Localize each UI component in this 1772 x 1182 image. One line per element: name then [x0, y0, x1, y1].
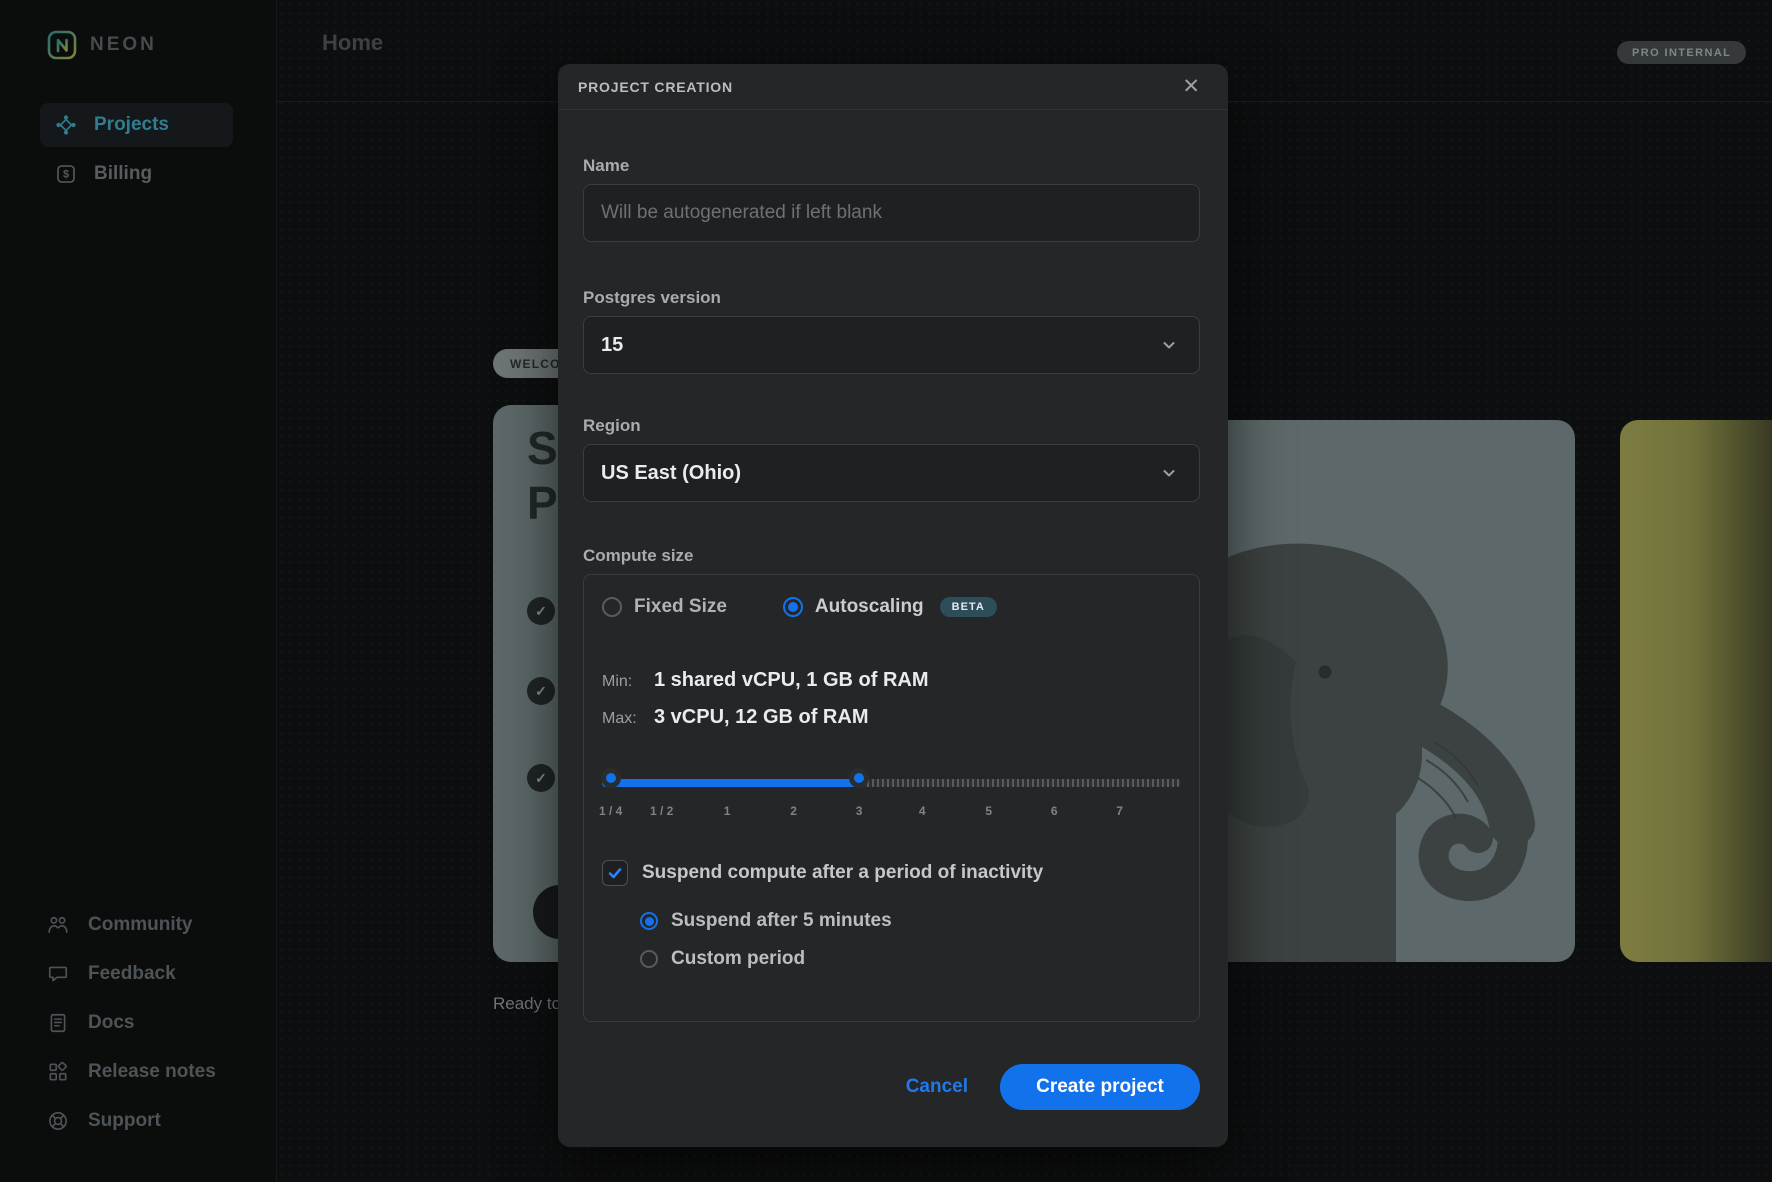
slider-min-handle[interactable]	[601, 768, 621, 788]
release-notes-icon	[47, 1061, 69, 1083]
sidebar: NEON Projects $ Billing	[0, 0, 277, 1182]
modal-header: PROJECT CREATION ✕	[558, 64, 1228, 110]
postgres-version-select[interactable]: 15	[583, 316, 1200, 374]
sidebar-item-label: Support	[88, 1110, 161, 1132]
community-icon	[47, 914, 69, 936]
max-label: Max:	[602, 710, 654, 728]
fixed-size-label: Fixed Size	[634, 596, 727, 618]
logo-text: NEON	[90, 34, 157, 56]
custom-period-radio[interactable]	[640, 950, 658, 968]
welcome-card-heading: S P	[527, 421, 558, 531]
sidebar-item-community[interactable]: Community	[40, 905, 250, 945]
docs-icon	[47, 1012, 69, 1034]
sidebar-item-support[interactable]: Support	[40, 1101, 250, 1141]
tick-label: 1 / 2	[650, 804, 673, 818]
beta-badge: BETA	[940, 597, 997, 617]
create-project-button[interactable]: Create project	[1000, 1064, 1200, 1110]
sidebar-item-docs[interactable]: Docs	[40, 1003, 250, 1043]
page-title: Home	[322, 30, 383, 56]
compute-size-slider[interactable]	[602, 768, 1181, 798]
ready-caption: Ready to	[493, 994, 561, 1014]
chevron-down-icon	[1159, 335, 1179, 355]
tick-label: 4	[919, 804, 926, 818]
projects-icon	[55, 114, 77, 136]
sidebar-item-billing[interactable]: $ Billing	[40, 152, 233, 196]
suspend-row: Suspend compute after a period of inacti…	[602, 860, 1181, 886]
close-icon[interactable]: ✕	[1180, 74, 1202, 99]
olive-card	[1620, 420, 1772, 962]
tick-label: 7	[1116, 804, 1123, 818]
slider-tick-labels: 1 / 4 1 / 2 1 2 3 4 5 6 7	[602, 804, 1181, 818]
suspend-after-5-radio[interactable]	[640, 912, 658, 930]
suspend-after-5-label: Suspend after 5 minutes	[671, 910, 892, 932]
app-window: NEON Projects $ Billing	[0, 0, 1772, 1182]
billing-icon: $	[55, 163, 77, 185]
sidebar-item-label: Release notes	[88, 1061, 216, 1083]
neon-logo-icon	[47, 30, 77, 60]
sidebar-item-label: Community	[88, 914, 193, 936]
fixed-size-radio[interactable]	[602, 597, 622, 617]
checkmark-icon: ✓	[527, 677, 555, 705]
modal-footer: Cancel Create project	[900, 1064, 1200, 1110]
sidebar-item-label: Billing	[94, 163, 152, 185]
sidebar-item-label: Projects	[94, 114, 169, 136]
modal-body: Name Postgres version 15 Region US East …	[558, 156, 1228, 1022]
name-input[interactable]	[583, 184, 1200, 242]
chevron-down-icon	[1159, 463, 1179, 483]
compute-mode-row: Fixed Size Autoscaling BETA	[602, 595, 1181, 619]
region-select[interactable]: US East (Ohio)	[583, 444, 1200, 502]
tick-label: 6	[1051, 804, 1058, 818]
project-creation-modal: PROJECT CREATION ✕ Name Postgres version…	[558, 64, 1228, 1147]
min-label: Min:	[602, 673, 654, 691]
plan-badge: PRO INTERNAL	[1617, 41, 1746, 64]
custom-period-row: Custom period	[640, 948, 1181, 970]
compute-size-label: Compute size	[583, 546, 1200, 566]
sidebar-item-release-notes[interactable]: Release notes	[40, 1052, 250, 1092]
feedback-icon	[47, 963, 69, 985]
postgres-version-label: Postgres version	[583, 288, 1200, 308]
neon-logo[interactable]: NEON	[47, 30, 157, 60]
check-icon	[607, 865, 623, 881]
tick-label: 5	[985, 804, 992, 818]
suspend-after-5-row: Suspend after 5 minutes	[640, 910, 1181, 932]
autoscaling-radio[interactable]	[783, 597, 803, 617]
tick-label: 1 / 4	[599, 804, 622, 818]
region-value: US East (Ohio)	[601, 462, 741, 485]
autoscaling-label: Autoscaling	[815, 596, 924, 618]
sidebar-item-projects[interactable]: Projects	[40, 103, 233, 147]
svg-text:$: $	[63, 169, 69, 181]
custom-period-label: Custom period	[671, 948, 805, 970]
cancel-button[interactable]: Cancel	[900, 1075, 974, 1099]
min-row: Min: 1 shared vCPU, 1 GB of RAM	[602, 669, 1181, 691]
name-label: Name	[583, 156, 1200, 176]
tick-label: 1	[724, 804, 731, 818]
tick-label: 3	[856, 804, 863, 818]
slider-active-range	[602, 779, 859, 787]
min-value: 1 shared vCPU, 1 GB of RAM	[654, 669, 929, 692]
suspend-checkbox[interactable]	[602, 860, 628, 886]
slider-max-handle[interactable]	[849, 768, 869, 788]
postgres-version-value: 15	[601, 334, 623, 357]
tick-label: 2	[790, 804, 797, 818]
sidebar-item-label: Docs	[88, 1012, 134, 1034]
checkmark-icon: ✓	[527, 597, 555, 625]
compute-size-panel: Fixed Size Autoscaling BETA Min: 1 share…	[583, 574, 1200, 1022]
modal-title: PROJECT CREATION	[578, 79, 733, 95]
sidebar-item-feedback[interactable]: Feedback	[40, 954, 250, 994]
suspend-label: Suspend compute after a period of inacti…	[642, 862, 1043, 884]
max-row: Max: 3 vCPU, 12 GB of RAM	[602, 706, 1181, 728]
checkmark-icon: ✓	[527, 764, 555, 792]
region-label: Region	[583, 416, 1200, 436]
sidebar-item-label: Feedback	[88, 963, 176, 985]
max-value: 3 vCPU, 12 GB of RAM	[654, 706, 868, 729]
support-icon	[47, 1110, 69, 1132]
